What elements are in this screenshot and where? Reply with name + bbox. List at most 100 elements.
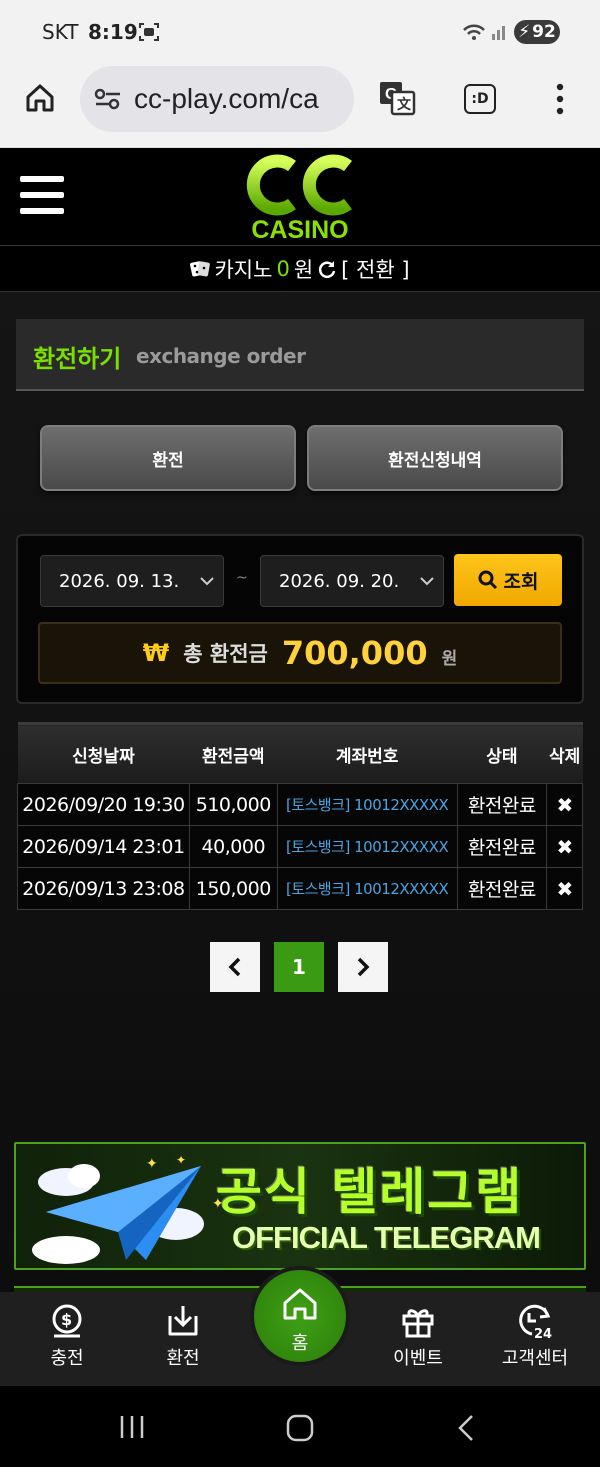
refresh-icon[interactable] (317, 259, 337, 279)
cell-status: 환전완료 (456, 867, 548, 910)
banner-title: 공식 텔레그램 (216, 1163, 524, 1221)
search-button[interactable]: 조회 (454, 554, 562, 606)
cell-account: [토스뱅크] 10012XXXXX (276, 783, 458, 826)
nav-home[interactable]: 홈 (250, 1266, 350, 1366)
chevron-right-icon (357, 957, 370, 977)
col-header-date: 신청날짜 (17, 722, 190, 784)
end-date-select[interactable]: 2026. 09. 20. (260, 555, 444, 607)
wifi-signal-icon (463, 24, 505, 40)
balance-bar: 카지노 0 원 [ 전환 ] (0, 246, 600, 292)
svg-text:✦: ✦ (176, 1153, 186, 1167)
gift-icon (402, 1309, 434, 1338)
svg-text:✦: ✦ (146, 1156, 158, 1172)
site-logo[interactable]: CASINO (244, 152, 356, 244)
balance-label: 카지노 (214, 257, 273, 282)
svg-text:文: 文 (397, 96, 412, 113)
battery-indicator: ⚡ 92 (514, 20, 560, 44)
col-header-amount: 환전금액 (189, 722, 278, 784)
total-unit: 원 (441, 648, 458, 669)
system-home-icon[interactable] (285, 1414, 315, 1442)
home-icon (283, 1288, 317, 1320)
exchange-history-table: 신청날짜 환전금액 계좌번호 상태 삭제 2026/09/20 19:30 51… (17, 722, 583, 910)
carrier-label: SKT (42, 20, 79, 44)
date-filter-panel: 2026. 09. 13. ~ 2026. 09. 20. 조회 ₩ 총 환전금… (16, 534, 584, 704)
nav-support[interactable]: 24 고객센터 (485, 1302, 585, 1370)
bottom-navigation: $ 충전 환전 홈 이벤트 24 고객센터 (0, 1266, 600, 1386)
col-header-status: 상태 (457, 722, 547, 784)
cell-status: 환전완료 (456, 783, 548, 826)
delete-icon[interactable]: ✖ (546, 867, 583, 910)
start-date-select[interactable]: 2026. 09. 13. (40, 555, 224, 607)
extension-button[interactable]: :D (464, 84, 496, 114)
bolt-icon: ⚡ (518, 22, 531, 42)
browser-home-icon[interactable] (24, 82, 56, 114)
search-icon (478, 570, 497, 590)
cell-account: [토스뱅크] 10012XXXXX (276, 825, 458, 868)
cell-date: 2026/09/14 23:01 (17, 825, 190, 868)
chevron-down-icon (200, 577, 214, 586)
table-row: 2026/09/13 23:08 150,000 [토스뱅크] 10012XXX… (17, 867, 583, 910)
col-header-account: 계좌번호 (277, 722, 457, 784)
col-header-delete: 삭제 (546, 722, 583, 784)
logo-text: CASINO (251, 216, 349, 244)
delete-icon[interactable]: ✖ (546, 825, 583, 868)
total-label: 총 환전금 (183, 642, 268, 666)
menu-icon[interactable] (20, 176, 64, 214)
page-title: 환전하기 (33, 345, 122, 373)
chevron-down-icon (420, 577, 434, 586)
cc-logo-icon (246, 154, 352, 216)
total-amount: 700,000 (281, 634, 428, 672)
nav-label-event: 이벤트 (393, 1348, 443, 1369)
cell-account: [토스뱅크] 10012XXXXX (276, 867, 458, 910)
nav-event[interactable]: 이벤트 (368, 1302, 468, 1370)
nav-exchange[interactable]: 환전 (133, 1302, 233, 1370)
table-header-row: 신청날짜 환전금액 계좌번호 상태 삭제 (17, 722, 583, 784)
switch-wallet-link[interactable]: [ 전환 ] (341, 254, 409, 284)
search-button-label: 조회 (503, 570, 539, 593)
nav-deposit[interactable]: $ 충전 (17, 1302, 117, 1370)
screenshot-scan-icon (139, 23, 159, 41)
nav-label-deposit: 충전 (50, 1348, 84, 1369)
site-header: CASINO (0, 148, 600, 246)
back-icon[interactable] (456, 1414, 476, 1442)
tab-exchange[interactable]: 환전 (40, 425, 296, 491)
main-content: 환전하기 exchange order 환전 환전신청내역 2026. 09. … (0, 292, 600, 1296)
support-24-icon: 24 (519, 1304, 552, 1340)
start-date-value: 2026. 09. 13. (59, 570, 180, 592)
browser-toolbar: cc-play.com/ca G文 :D (0, 64, 600, 148)
status-bar: SKT 8:19 ⚡ 92 (0, 0, 600, 64)
balance-unit: 원 (293, 257, 314, 282)
chevron-left-icon (228, 957, 241, 977)
cell-date: 2026/09/13 23:08 (17, 867, 190, 910)
table-row: 2026/09/14 23:01 40,000 [토스뱅크] 10012XXXX… (17, 825, 583, 868)
date-separator: ~ (236, 570, 248, 586)
delete-icon[interactable]: ✖ (546, 783, 583, 826)
page-subtitle: exchange order (136, 344, 306, 368)
total-exchange-summary: ₩ 총 환전금 700,000 원 (38, 622, 562, 684)
svg-text:$: $ (61, 1310, 72, 1329)
address-bar[interactable]: cc-play.com/ca (80, 66, 354, 132)
download-tray-icon (168, 1306, 198, 1336)
pagination: 1 (210, 942, 388, 992)
recent-apps-icon[interactable] (118, 1414, 146, 1440)
coin-deposit-icon: $ (52, 1304, 82, 1338)
more-options-icon[interactable] (548, 82, 572, 116)
cell-amount: 150,000 (188, 867, 278, 910)
tab-exchange-history[interactable]: 환전신청내역 (307, 425, 563, 491)
nav-label-home: 홈 (291, 1333, 309, 1354)
system-navigation-bar (0, 1386, 600, 1467)
won-icon: ₩ (142, 639, 170, 667)
cell-date: 2026/09/20 19:30 (17, 783, 190, 826)
page-number-current[interactable]: 1 (274, 942, 324, 992)
url-text[interactable]: cc-play.com/ca (134, 83, 319, 115)
clock: 8:19 (88, 20, 138, 44)
site-settings-icon[interactable] (94, 88, 122, 110)
nav-label-support: 고객센터 (501, 1348, 569, 1369)
prev-page-button[interactable] (210, 942, 260, 992)
translate-icon[interactable]: G文 (378, 80, 416, 116)
next-page-button[interactable] (338, 942, 388, 992)
paper-plane-icon: ✦ ✦ ✦ (32, 1153, 224, 1264)
cell-status: 환전완료 (456, 825, 548, 868)
telegram-banner[interactable]: ✦ ✦ ✦ 공식 텔레그램 OFFICIAL TELEGRAM (14, 1142, 586, 1270)
cell-amount: 40,000 (188, 825, 278, 868)
